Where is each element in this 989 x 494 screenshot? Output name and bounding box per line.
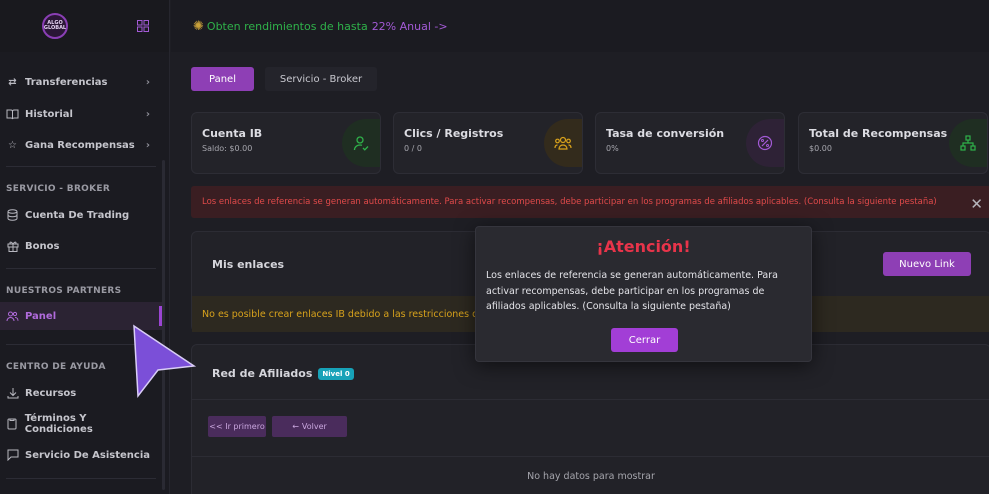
modal-body: Los enlaces de referencia se generan aut… xyxy=(486,270,778,312)
sidebar-item-label: Historial xyxy=(25,108,73,120)
download-icon xyxy=(6,387,19,400)
sidebar: ALGO GLOBAL ⇄ Transferencias › Historial… xyxy=(0,0,170,494)
affiliates-panel: Red de Afiliados Nivel 0 << Ir primero ← V… xyxy=(191,344,989,494)
links-panel-title: Mis enlaces xyxy=(212,258,285,271)
sidebar-item-label: Recursos xyxy=(25,387,77,399)
network-icon xyxy=(949,119,987,167)
promo-link[interactable]: 22% Anual -> xyxy=(372,20,448,33)
affiliates-title-text: Red de Afiliados xyxy=(212,367,313,380)
sidebar-item-bonos[interactable]: Bonos xyxy=(6,235,156,257)
sidebar-item-terminos[interactable]: Términos Y Condiciones xyxy=(6,413,156,435)
sidebar-item-label: Cuenta De Trading xyxy=(25,209,130,221)
sidebar-item-label: Gana Recompensas xyxy=(25,139,135,151)
stat-card-total-recompensas: Total de Recompensas $0.00 xyxy=(798,112,988,174)
tab-servicio-broker[interactable]: Servicio - Broker xyxy=(265,67,377,91)
tab-panel[interactable]: Panel xyxy=(191,67,254,91)
stat-card-tasa-conversion: Tasa de conversión 0% xyxy=(595,112,785,174)
section-heading-help: CENTRO DE AYUDA xyxy=(6,362,106,372)
book-icon xyxy=(6,108,19,121)
stat-card-cuenta-ib: Cuenta IB Saldo: $0.00 xyxy=(191,112,381,174)
chevron-right-icon: › xyxy=(145,108,150,120)
level-badge: Nivel 0 xyxy=(318,368,354,380)
divider xyxy=(6,478,156,479)
empty-state: No hay datos para mostrar xyxy=(527,471,655,482)
referral-alert: Los enlaces de referencia se generan aut… xyxy=(191,186,989,218)
sidebar-item-label: Panel xyxy=(25,310,57,322)
sidebar-item-label: Servicio De Asistencia xyxy=(25,449,150,461)
go-first-button[interactable]: << Ir primero xyxy=(208,416,266,437)
transfer-icon: ⇄ xyxy=(8,76,17,88)
close-modal-button[interactable]: Cerrar xyxy=(611,328,678,352)
sidebar-header: ALGO GLOBAL xyxy=(0,0,169,52)
sidebar-item-transferencias[interactable]: ⇄ Transferencias › xyxy=(6,71,156,93)
users-group-icon xyxy=(544,119,582,167)
divider xyxy=(6,166,156,167)
section-heading-broker: SERVICIO - BROKER xyxy=(6,184,111,194)
divider xyxy=(6,268,156,269)
document-icon xyxy=(6,418,19,431)
arrow-left-icon: ← xyxy=(292,422,299,431)
top-bar: ✺ Obten rendimientos de hasta 22% Anual … xyxy=(171,0,989,52)
section-heading-partners: NUESTROS PARTNERS xyxy=(6,286,122,296)
promo-text: Obten rendimientos de hasta xyxy=(206,19,368,33)
users-icon xyxy=(6,310,19,323)
modal-title: ¡Atención! xyxy=(596,237,691,256)
sidebar-item-label: Bonos xyxy=(25,240,60,252)
chat-icon xyxy=(6,449,19,462)
attention-modal: ¡Atención! Los enlaces de referencia se … xyxy=(475,226,812,362)
gift-icon xyxy=(6,240,19,253)
brand-logo[interactable]: ALGO GLOBAL xyxy=(42,13,68,39)
chevron-right-icon: › xyxy=(145,139,150,151)
user-check-icon xyxy=(342,119,380,167)
sidebar-item-cuenta-de-trading[interactable]: Cuenta De Trading xyxy=(6,204,156,226)
percent-icon xyxy=(746,119,784,167)
chevron-right-icon: › xyxy=(145,76,150,88)
sidebar-item-gana-recompensas[interactable]: ☆ Gana Recompensas › xyxy=(6,134,156,156)
alert-text: Los enlaces de referencia se generan aut… xyxy=(202,197,937,207)
grid-menu-icon[interactable] xyxy=(137,20,149,32)
back-label: Volver xyxy=(301,422,327,431)
divider xyxy=(192,456,989,457)
sidebar-item-historial[interactable]: Historial › xyxy=(6,103,156,125)
mouse-pointer-icon xyxy=(133,324,197,399)
sidebar-item-label: Transferencias xyxy=(25,76,108,88)
divider xyxy=(192,399,989,400)
close-icon[interactable]: ✕ xyxy=(970,195,983,213)
new-link-button[interactable]: Nuevo Link xyxy=(883,252,971,276)
star-icon: ☆ xyxy=(8,139,17,151)
stat-card-clics-registros: Clics / Registros 0 / 0 xyxy=(393,112,583,174)
affiliates-panel-title: Red de Afiliados Nivel 0 xyxy=(212,367,354,380)
sidebar-item-servicio-asistencia[interactable]: Servicio De Asistencia xyxy=(6,444,156,466)
back-button[interactable]: ← Volver xyxy=(272,416,347,437)
database-icon xyxy=(6,209,19,222)
coins-icon: ✺ xyxy=(193,18,204,34)
warning-text: No es posible crear enlaces IB debido a … xyxy=(202,308,479,320)
sidebar-item-label: Términos Y Condiciones xyxy=(24,413,93,435)
